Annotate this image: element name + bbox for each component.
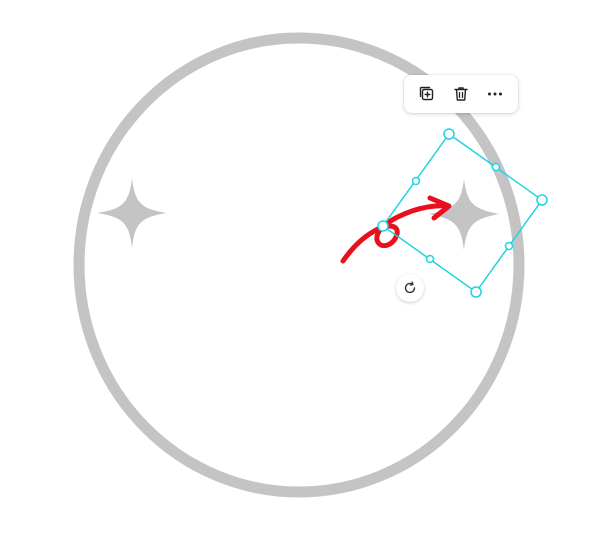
more-options-button[interactable] [480, 79, 510, 109]
rotate-icon [404, 281, 416, 294]
element-toolbar [404, 75, 518, 113]
edge-handle-top-left[interactable] [411, 176, 421, 186]
duplicate-button[interactable] [412, 79, 442, 109]
sparkle-left[interactable] [97, 178, 167, 248]
rotate-handle[interactable] [396, 274, 424, 302]
design-canvas[interactable] [0, 0, 600, 546]
resize-handle-right[interactable] [536, 194, 548, 206]
trash-icon [454, 87, 468, 101]
more-horizontal-icon [488, 92, 502, 96]
edge-handle-bottom-left[interactable] [425, 254, 435, 264]
edge-handle-bottom-right[interactable] [504, 241, 514, 251]
resize-handle-top[interactable] [443, 128, 455, 140]
resize-handle-left[interactable] [377, 220, 389, 232]
resize-handle-bottom[interactable] [470, 286, 482, 298]
edge-handle-top-right[interactable] [491, 162, 501, 172]
delete-button[interactable] [446, 79, 476, 109]
duplicate-icon [419, 86, 434, 101]
